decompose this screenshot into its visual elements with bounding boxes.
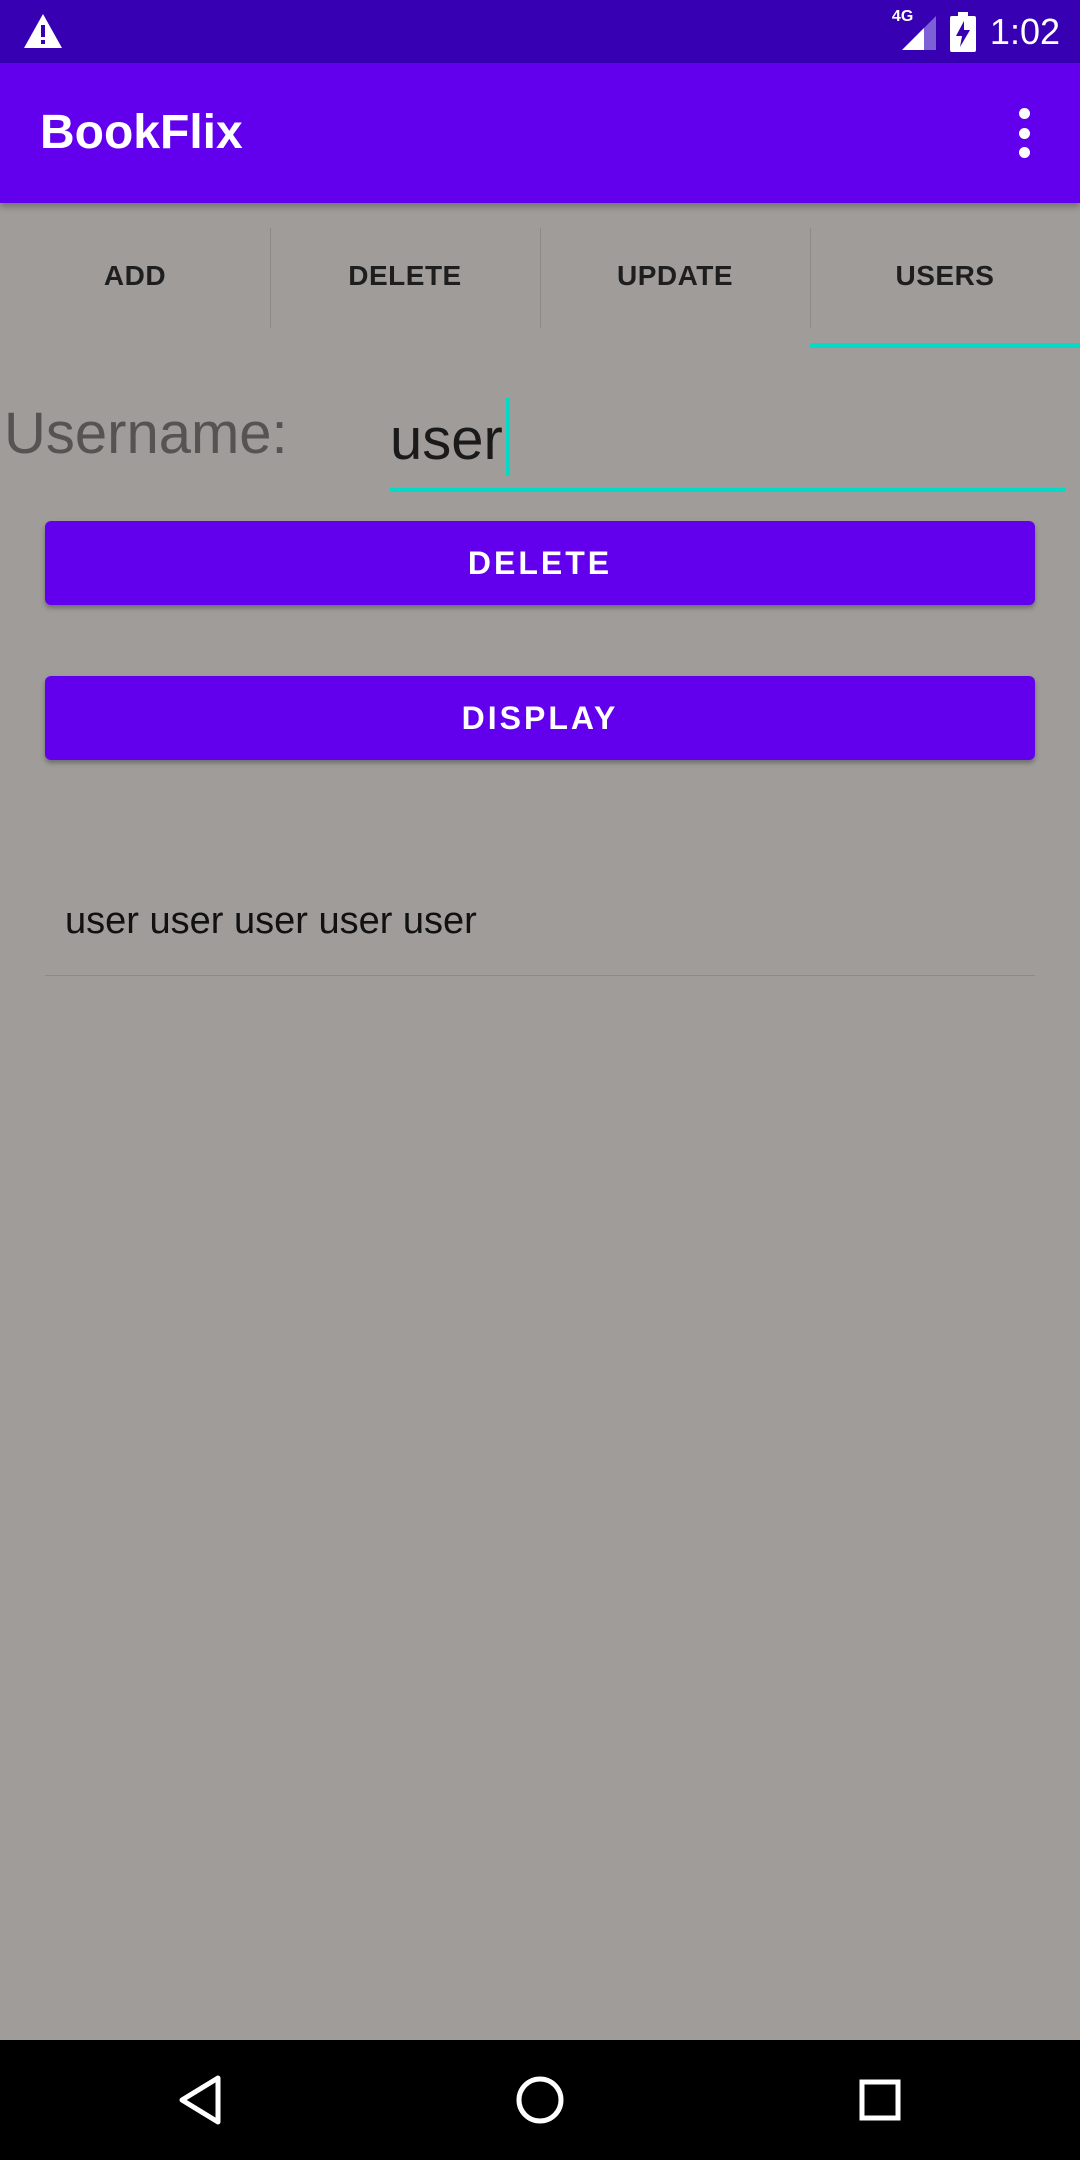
username-label: Username: bbox=[4, 401, 288, 466]
username-input[interactable] bbox=[390, 390, 1065, 488]
battery-charging-icon bbox=[949, 11, 976, 52]
overflow-menu-icon[interactable] bbox=[1004, 108, 1044, 158]
username-field[interactable] bbox=[390, 390, 1065, 492]
app-bar: BookFlix bbox=[0, 63, 1080, 203]
status-time: 1:02 bbox=[989, 10, 1060, 52]
tab-users[interactable]: USERS bbox=[810, 203, 1080, 348]
delete-button[interactable]: DELETE bbox=[45, 521, 1035, 605]
navigation-bar bbox=[0, 2040, 1080, 2160]
status-bar: 4G 1:02 bbox=[0, 0, 1080, 63]
tab-add[interactable]: ADD bbox=[0, 203, 270, 348]
home-button[interactable] bbox=[470, 2040, 610, 2160]
back-icon bbox=[179, 2075, 221, 2125]
text-cursor bbox=[506, 398, 510, 476]
home-icon bbox=[516, 2076, 564, 2124]
warning-icon bbox=[24, 14, 62, 48]
list-item[interactable]: user user user user user bbox=[45, 870, 1035, 976]
list-item-text: user user user user user bbox=[65, 900, 477, 942]
tab-delete[interactable]: DELETE bbox=[270, 203, 540, 348]
recents-icon bbox=[859, 2079, 901, 2121]
tab-bar: ADD DELETE UPDATE USERS bbox=[0, 203, 1080, 348]
recents-button[interactable] bbox=[810, 2040, 950, 2160]
back-button[interactable] bbox=[130, 2040, 270, 2160]
tab-update[interactable]: UPDATE bbox=[540, 203, 810, 348]
signal-icon: 4G bbox=[892, 8, 936, 52]
app-title: BookFlix bbox=[40, 106, 243, 159]
display-button[interactable]: DISPLAY bbox=[45, 676, 1035, 760]
